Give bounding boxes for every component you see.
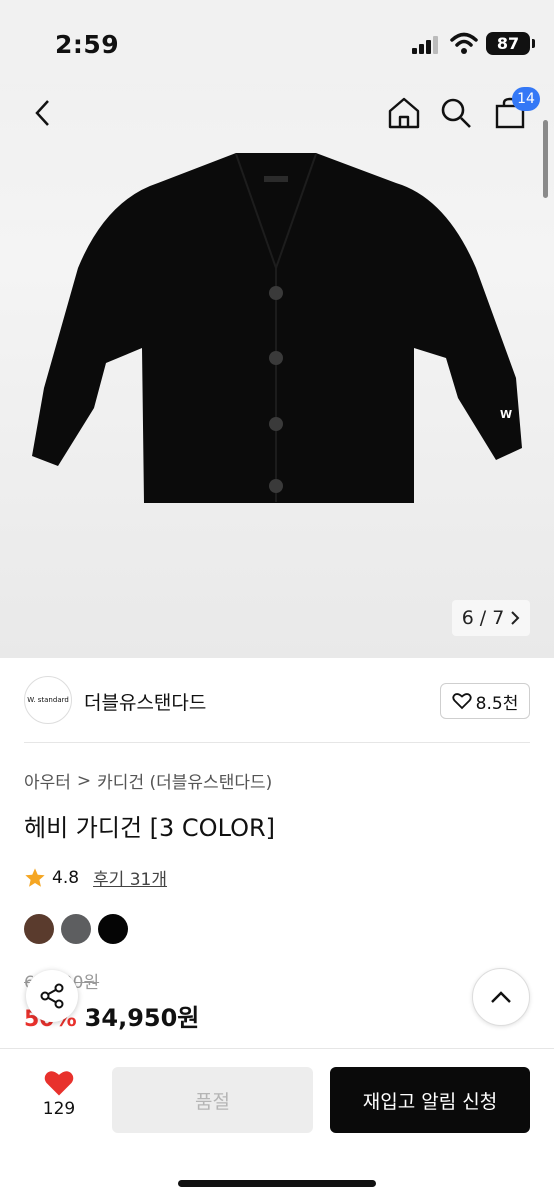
chevron-up-icon xyxy=(491,991,511,1003)
scrollbar[interactable] xyxy=(543,120,548,198)
cart-button[interactable]: 14 xyxy=(490,87,540,133)
brand-logo[interactable]: W. standard xyxy=(24,676,72,724)
back-icon xyxy=(35,100,49,126)
status-bar: 2:59 87 xyxy=(0,0,554,84)
swatch-black[interactable] xyxy=(98,914,128,944)
restock-alert-button[interactable]: 재입고 알림 신청 xyxy=(330,1067,530,1133)
pager-current: 6 xyxy=(461,607,474,629)
search-icon xyxy=(441,98,471,128)
swatch-brown[interactable] xyxy=(24,914,54,944)
battery-icon: 87 xyxy=(486,32,535,55)
back-button[interactable] xyxy=(22,93,62,133)
bottom-action-bar: 129 품절 재입고 알림 신청 xyxy=(0,1048,554,1200)
chevron-right-icon xyxy=(511,611,520,625)
signal-icon xyxy=(412,36,438,54)
star-icon xyxy=(25,867,45,887)
product-title: 헤비 가디건 [3 COLOR] xyxy=(24,814,276,842)
rating-row: 4.8 후기 31개 xyxy=(24,865,167,890)
pager-total: 7 xyxy=(492,607,505,629)
breadcrumb-category[interactable]: 아우터 xyxy=(24,768,71,793)
collar-label xyxy=(264,176,288,182)
divider xyxy=(24,742,530,743)
brand-name[interactable]: 더블유스탠다드 xyxy=(84,688,206,715)
cardigan-button xyxy=(269,351,283,365)
heart-filled-icon xyxy=(44,1071,74,1096)
cardigan-button xyxy=(269,417,283,431)
cardigan-button xyxy=(269,286,283,300)
share-icon xyxy=(40,983,64,1009)
search-button[interactable] xyxy=(436,93,476,133)
product-image[interactable]: W xyxy=(26,148,528,508)
breadcrumb: 아우터 > 카디건 (더블유스탠다드) xyxy=(24,768,272,794)
scroll-top-button[interactable] xyxy=(472,968,530,1026)
soldout-button[interactable]: 품절 xyxy=(112,1067,313,1133)
home-button[interactable] xyxy=(384,93,424,133)
breadcrumb-subcategory[interactable]: 카디건 (더블유스탠다드) xyxy=(97,768,272,793)
sleeve-logo: W xyxy=(500,408,512,421)
sale-price: 34,950원 xyxy=(84,1004,200,1032)
brand-like-button[interactable]: 8.5천 xyxy=(440,683,530,719)
top-nav: 14 xyxy=(0,84,554,142)
wifi-icon xyxy=(450,32,478,54)
product-like-count: 129 xyxy=(42,1099,76,1119)
home-icon xyxy=(388,97,420,129)
share-button[interactable] xyxy=(26,970,78,1022)
home-indicator xyxy=(178,1180,376,1187)
cart-badge: 14 xyxy=(512,87,540,111)
product-like-button[interactable]: 129 xyxy=(30,1069,88,1119)
color-swatches xyxy=(24,914,128,944)
brand-like-count: 8.5천 xyxy=(475,693,519,714)
pager-separator: / xyxy=(479,607,487,629)
breadcrumb-separator: > xyxy=(76,770,92,791)
swatch-gray[interactable] xyxy=(61,914,91,944)
rating-value: 4.8 xyxy=(52,867,80,888)
cardigan-button xyxy=(269,479,283,493)
heart-outline-icon xyxy=(452,693,472,710)
gallery-pager[interactable]: 6 / 7 xyxy=(452,600,530,636)
review-link[interactable]: 후기 31개 xyxy=(93,865,167,890)
brand-row: W. standard 더블유스탠다드 8.5천 xyxy=(24,676,530,726)
status-time: 2:59 xyxy=(55,30,120,59)
brand-logo-text: W. standard xyxy=(27,696,69,704)
